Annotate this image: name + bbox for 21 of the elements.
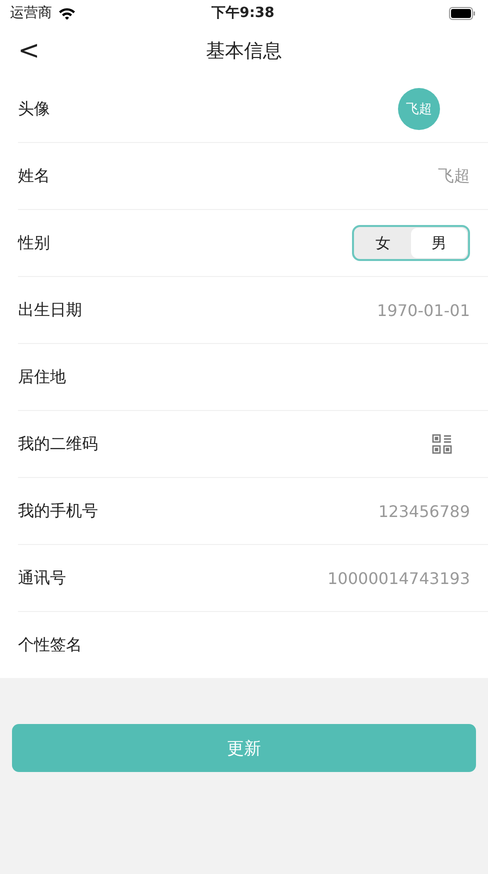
field-label: 居住地 [18, 366, 66, 388]
field-label: 我的手机号 [18, 500, 98, 522]
field-label: 性别 [18, 232, 50, 254]
field-value: 飞超 [438, 166, 470, 186]
wifi-icon [58, 6, 76, 20]
field-label: 通讯号 [18, 568, 66, 588]
battery-icon [448, 6, 476, 20]
field-label: 出生日期 [18, 300, 82, 320]
field-label: 头像 [18, 98, 50, 120]
field-value: 1970-01-01 [377, 300, 470, 320]
field-value: 123456789 [378, 502, 470, 520]
field-label: 我的二维码 [18, 434, 98, 454]
gender-option[interactable]: 男 [411, 228, 467, 258]
field-label: 个性签名 [18, 634, 82, 656]
field-label: 姓名 [18, 166, 50, 186]
back-button[interactable]: < [12, 36, 46, 66]
page-title: 基本信息 [206, 39, 282, 64]
field-value: 10000014743193 [327, 568, 470, 588]
gender-option[interactable]: 女 [355, 228, 411, 258]
carrier-name: 运营商 [10, 4, 52, 22]
status-time: 下午9:38 [212, 4, 274, 22]
